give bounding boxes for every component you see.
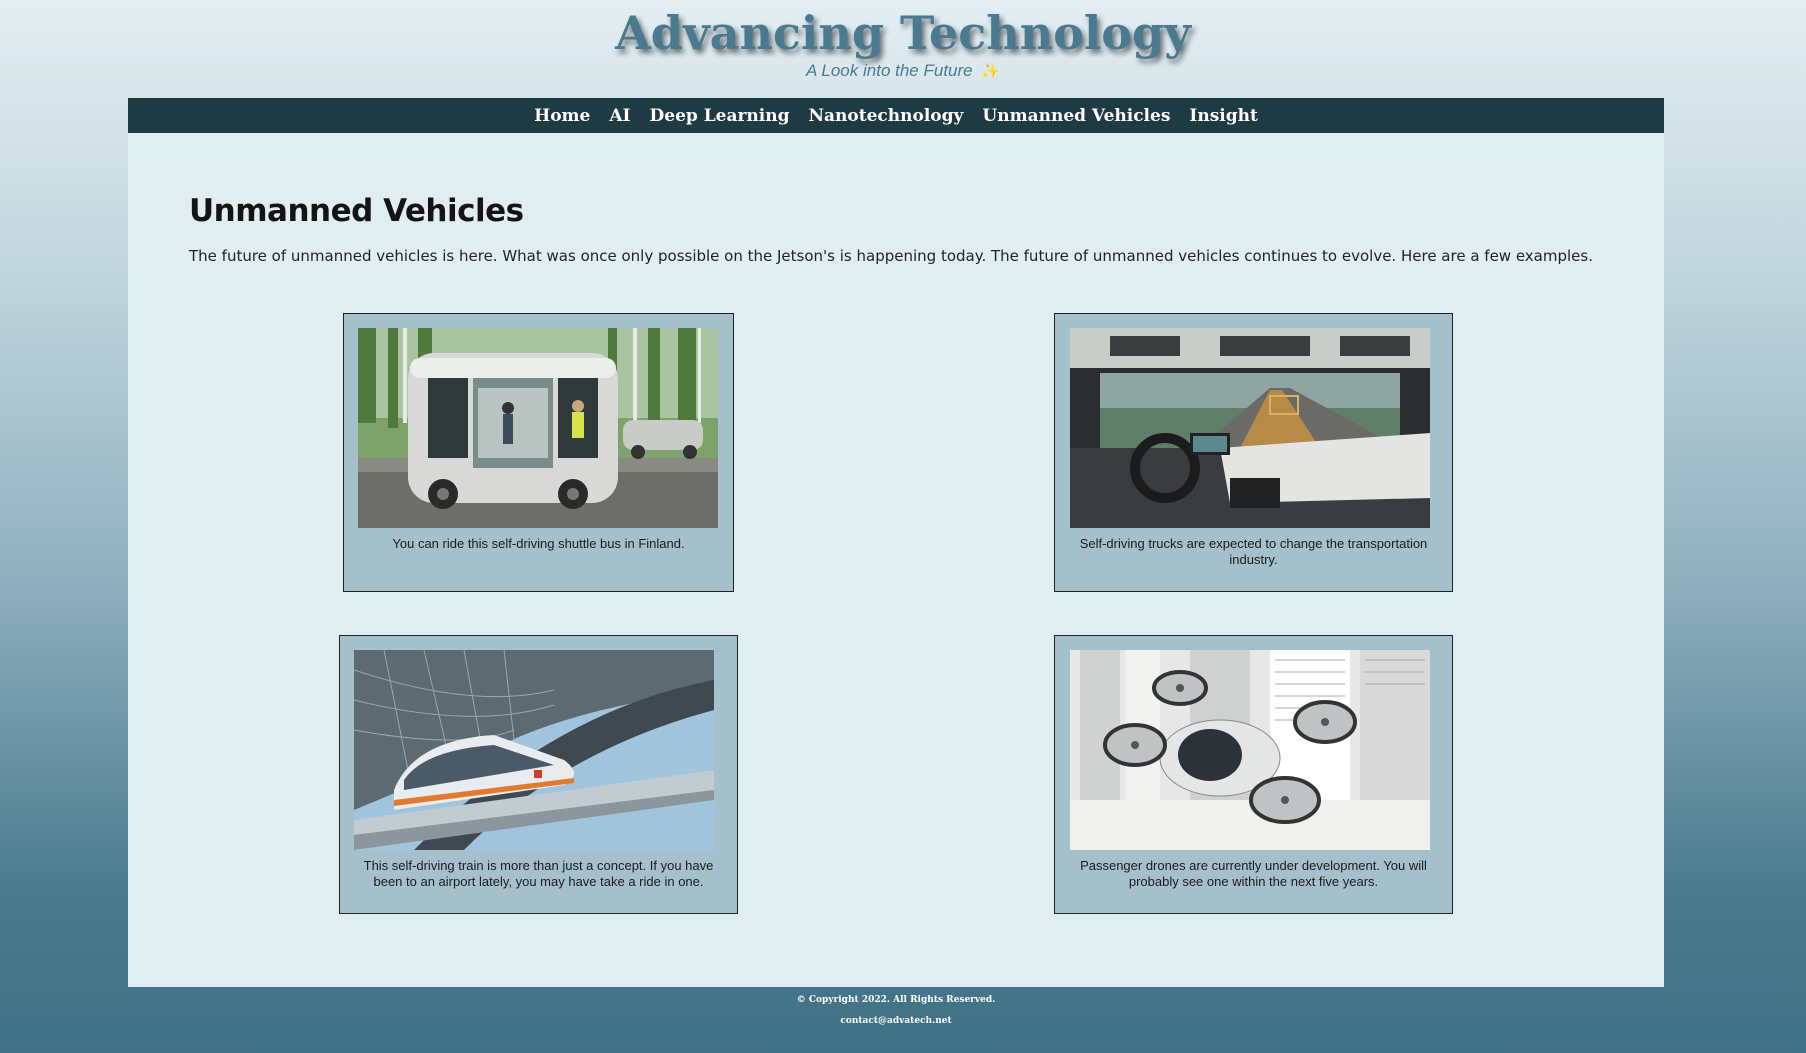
nav-link-nanotechnology[interactable]: Nanotechnology <box>809 106 964 126</box>
monorail-train-image <box>354 650 714 850</box>
nav-link-unmanned-vehicles[interactable]: Unmanned Vehicles <box>982 106 1170 126</box>
dizzy-star-icon: ✨ <box>981 63 1001 80</box>
shuttle-bus-image <box>358 328 718 528</box>
card-caption: Self-driving trucks are expected to chan… <box>1079 536 1428 567</box>
vehicle-card: Self-driving trucks are expected to chan… <box>1054 313 1453 592</box>
contact-email-link[interactable]: contact@advatech.net <box>128 1016 1664 1026</box>
vehicle-card: You can ride this self-driving shuttle b… <box>343 313 734 592</box>
card-caption: This self-driving train is more than jus… <box>363 858 714 889</box>
truck-cabin-image <box>1070 328 1430 528</box>
nav-link-home[interactable]: Home <box>534 106 590 126</box>
main-content: Unmanned Vehicles The future of unmanned… <box>128 133 1664 987</box>
card-caption: Passenger drones are currently under dev… <box>1080 858 1427 889</box>
card-caption: You can ride this self-driving shuttle b… <box>392 536 685 551</box>
tagline-text: A Look into the Future <box>805 61 973 80</box>
nav-link-deep-learning[interactable]: Deep Learning <box>650 106 790 126</box>
vehicle-card: This self-driving train is more than jus… <box>339 635 738 914</box>
main-nav: Home AI Deep Learning Nanotechnology Unm… <box>128 98 1664 133</box>
site-tagline: A Look into the Future ✨ <box>0 61 1806 81</box>
vehicle-card: Passenger drones are currently under dev… <box>1054 635 1453 914</box>
site-footer: © Copyright 2022. All Rights Reserved. c… <box>128 987 1664 1053</box>
copyright-text: © Copyright 2022. All Rights Reserved. <box>796 995 996 1005</box>
nav-link-ai[interactable]: AI <box>609 106 630 126</box>
nav-link-insight[interactable]: Insight <box>1189 106 1257 126</box>
page-title: Unmanned Vehicles <box>189 193 524 229</box>
intro-paragraph: The future of unmanned vehicles is here.… <box>189 247 1593 265</box>
site-header: Advancing Technology A Look into the Fut… <box>0 0 1806 98</box>
site-title: Advancing Technology <box>615 6 1191 60</box>
passenger-drone-image <box>1070 650 1430 850</box>
